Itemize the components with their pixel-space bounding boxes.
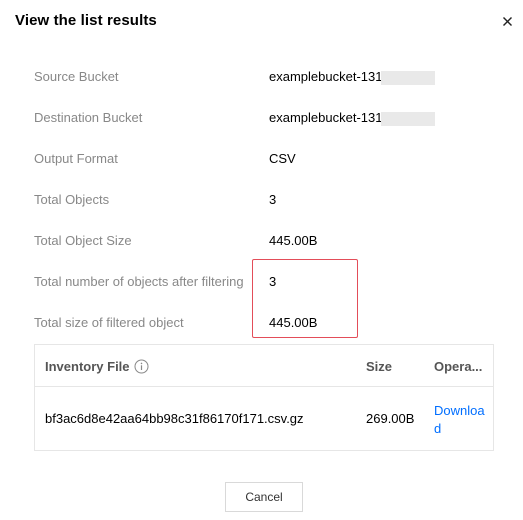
redacted-mask bbox=[381, 71, 435, 85]
output-format-label: Output Format bbox=[34, 151, 118, 166]
total-objects-value: 3 bbox=[269, 192, 277, 207]
total-objects-label: Total Objects bbox=[34, 192, 110, 207]
list-results-dialog: View the list results Source Bucket exam… bbox=[0, 0, 523, 520]
file-name-cell: bf3ac6d8e42aa64bb98c31f86170f171.csv.gz bbox=[45, 411, 304, 426]
output-format-value: CSV bbox=[269, 151, 296, 166]
header-operation: Opera... bbox=[434, 359, 483, 374]
filtered-count-label: Total number of objects after filtering bbox=[34, 274, 244, 289]
file-size-cell: 269.00B bbox=[366, 411, 415, 426]
total-objects-row: Total Objects 3 bbox=[34, 192, 484, 212]
dialog-title: View the list results bbox=[15, 12, 157, 29]
filtered-size-label: Total size of filtered object bbox=[34, 315, 184, 330]
close-icon[interactable] bbox=[498, 11, 518, 31]
download-link[interactable]: Download bbox=[434, 402, 488, 438]
output-format-row: Output Format CSV bbox=[34, 151, 484, 171]
source-bucket-value: examplebucket-131 bbox=[269, 69, 383, 84]
info-icon[interactable] bbox=[134, 359, 149, 377]
table-header: Inventory File Size Opera... bbox=[35, 345, 493, 387]
total-object-size-row: Total Object Size 445.00B bbox=[34, 233, 484, 253]
source-bucket-label: Source Bucket bbox=[34, 69, 119, 84]
header-size: Size bbox=[366, 359, 393, 374]
cancel-button[interactable]: Cancel bbox=[225, 482, 303, 512]
header-inventory-file: Inventory File bbox=[45, 359, 149, 377]
highlight-box bbox=[252, 259, 358, 338]
destination-bucket-value: examplebucket-131 bbox=[269, 110, 383, 125]
total-object-size-label: Total Object Size bbox=[34, 233, 132, 248]
inventory-table: Inventory File Size Opera... bf3ac6d8e42… bbox=[34, 344, 494, 451]
destination-bucket-label: Destination Bucket bbox=[34, 110, 143, 125]
total-object-size-value: 445.00B bbox=[269, 233, 318, 248]
redacted-mask bbox=[381, 112, 435, 126]
source-bucket-row: Source Bucket examplebucket-131 bbox=[34, 69, 484, 89]
header-inventory-file-label: Inventory File bbox=[45, 359, 130, 374]
destination-bucket-row: Destination Bucket examplebucket-131 bbox=[34, 110, 484, 130]
